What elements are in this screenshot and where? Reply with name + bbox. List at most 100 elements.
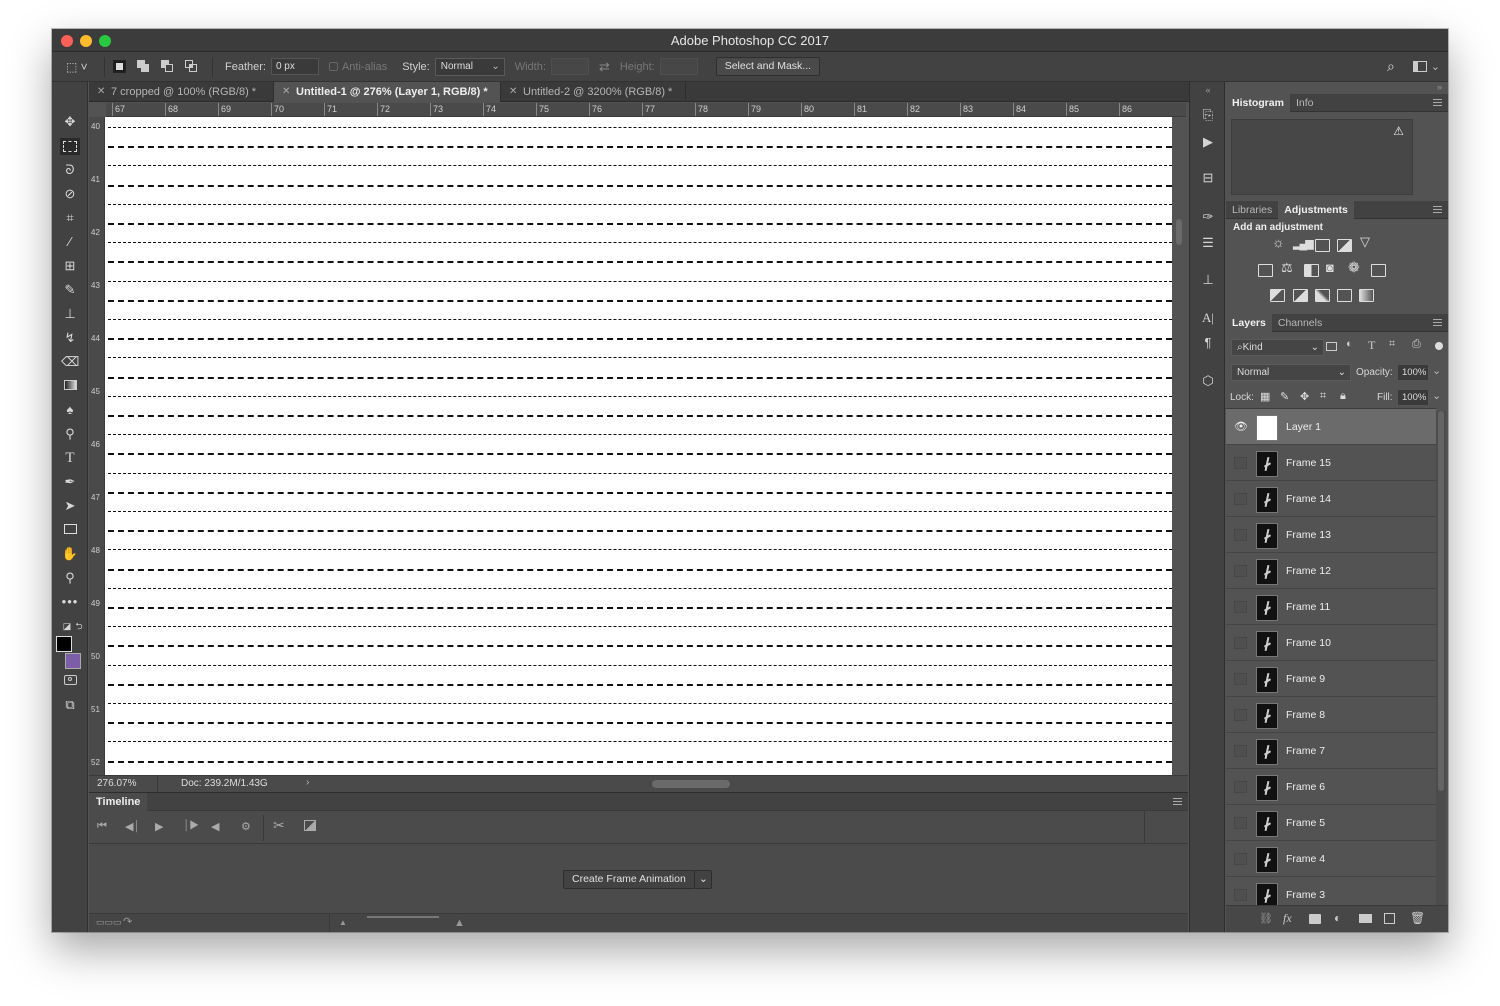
- maximize-window-button[interactable]: [99, 35, 111, 47]
- doc-tab[interactable]: ✕ 7 cropped @ 100% (RGB/8) *: [89, 82, 274, 102]
- color-lookup-icon[interactable]: [1371, 264, 1386, 277]
- gradient-map-icon[interactable]: [1359, 289, 1374, 302]
- crop-tool-icon[interactable]: ⌗: [61, 209, 79, 227]
- swap-dimensions-icon[interactable]: ⇄: [599, 59, 610, 75]
- healing-brush-tool-icon[interactable]: ⊞: [61, 257, 79, 275]
- play-icon[interactable]: ▶: [155, 820, 163, 833]
- warning-icon[interactable]: ⚠: [1393, 124, 1404, 138]
- vertical-scrollbar[interactable]: [1174, 117, 1188, 777]
- layer-row[interactable]: Frame 13: [1226, 517, 1436, 553]
- panel-menu-icon[interactable]: [1433, 99, 1442, 106]
- close-icon[interactable]: ✕: [97, 82, 105, 102]
- hand-tool-icon[interactable]: ✋: [61, 545, 79, 563]
- visibility-toggle[interactable]: [1234, 601, 1247, 613]
- marquee-tool-icon[interactable]: [60, 138, 80, 155]
- layer-row[interactable]: Frame 10: [1226, 625, 1436, 661]
- brush-tool-icon[interactable]: ✎: [61, 281, 79, 299]
- visibility-toggle[interactable]: [1234, 853, 1247, 865]
- levels-icon[interactable]: ▂▄▆: [1293, 237, 1314, 250]
- visibility-toggle[interactable]: [1234, 673, 1247, 685]
- chevron-down-icon[interactable]: ⌄: [1432, 364, 1441, 377]
- add-mask-icon[interactable]: [1309, 914, 1321, 924]
- lock-all-icon[interactable]: 🔒︎: [1340, 390, 1346, 403]
- color-balance-icon[interactable]: ⚖: [1281, 260, 1293, 276]
- foreground-color-swatch[interactable]: [56, 636, 72, 652]
- lock-artboard-icon[interactable]: ⌗: [1320, 390, 1326, 403]
- more-tools-icon[interactable]: •••: [61, 593, 79, 611]
- panel-menu-icon[interactable]: [1173, 798, 1182, 805]
- zoom-slider[interactable]: [367, 916, 439, 918]
- eraser-tool-icon[interactable]: ⌫: [61, 353, 79, 371]
- minimize-window-button[interactable]: [80, 35, 92, 47]
- zoom-in-icon[interactable]: ▲: [454, 917, 465, 929]
- visibility-toggle[interactable]: [1234, 565, 1247, 577]
- channel-mixer-icon[interactable]: ❁: [1348, 259, 1360, 276]
- properties-icon[interactable]: ⊟: [1200, 170, 1216, 186]
- zoom-tool-icon[interactable]: ⚲: [61, 569, 79, 587]
- lasso-tool-icon[interactable]: ᘐ: [61, 161, 79, 179]
- lock-transparent-icon[interactable]: ▦: [1260, 390, 1270, 403]
- layer-row[interactable]: Frame 7: [1226, 733, 1436, 769]
- convert-icon[interactable]: ↷: [123, 915, 132, 928]
- paragraph-icon[interactable]: ¶: [1200, 335, 1216, 351]
- 3d-icon[interactable]: ⬡: [1200, 373, 1216, 389]
- eyedropper-tool-icon[interactable]: ⁄: [61, 233, 79, 251]
- height-input[interactable]: [659, 58, 698, 75]
- lock-pixels-icon[interactable]: ✎: [1280, 390, 1289, 403]
- fill-input[interactable]: 100%: [1397, 389, 1429, 406]
- blend-mode-select[interactable]: Normal ⌄: [1231, 364, 1351, 381]
- character-icon[interactable]: A|: [1200, 310, 1216, 326]
- opacity-input[interactable]: 100%: [1397, 364, 1429, 381]
- new-adjustment-icon[interactable]: ◐: [1334, 911, 1341, 925]
- invert-icon[interactable]: [1270, 289, 1285, 302]
- adjustment-filter-icon[interactable]: ◐: [1346, 338, 1353, 350]
- settings-icon[interactable]: ⚙: [241, 820, 251, 833]
- panel-menu-icon[interactable]: [1433, 319, 1442, 326]
- brush-presets-icon[interactable]: ✑: [1200, 209, 1216, 225]
- actions-icon[interactable]: ▶: [1200, 134, 1216, 150]
- history-icon[interactable]: ⎘: [1200, 107, 1216, 123]
- audio-icon[interactable]: ◀: [211, 820, 219, 833]
- shape-filter-icon[interactable]: ⌗: [1389, 338, 1395, 351]
- kind-filter-select[interactable]: ⌕Kind ⌄: [1231, 339, 1324, 356]
- layer-row[interactable]: Frame 4: [1226, 841, 1436, 877]
- layer-row[interactable]: Frame 11: [1226, 589, 1436, 625]
- screen-mode-icon[interactable]: ⧉: [61, 696, 79, 714]
- collapse-icon[interactable]: »: [1437, 82, 1442, 92]
- style-select[interactable]: Normal ⌄: [434, 57, 505, 76]
- search-icon[interactable]: ⌕: [1387, 58, 1395, 75]
- marquee-preset-picker[interactable]: ⬚ ˅: [66, 60, 96, 74]
- selective-color-icon[interactable]: [1337, 289, 1352, 302]
- chevron-down-icon[interactable]: ⌄: [694, 870, 712, 889]
- zoom-level[interactable]: 276.07%: [97, 778, 136, 789]
- visibility-toggle[interactable]: [1234, 817, 1247, 829]
- new-group-icon[interactable]: [1359, 914, 1372, 923]
- document-canvas[interactable]: [105, 117, 1172, 775]
- close-icon[interactable]: ✕: [509, 82, 517, 102]
- eye-icon[interactable]: 👁︎: [1234, 421, 1248, 433]
- layer-row[interactable]: Frame 3: [1226, 877, 1436, 905]
- close-window-button[interactable]: [61, 35, 73, 47]
- layer-row[interactable]: Frame 6: [1226, 769, 1436, 805]
- move-tool-icon[interactable]: ✥: [61, 113, 79, 131]
- type-tool-icon[interactable]: T: [61, 449, 79, 467]
- visibility-toggle[interactable]: [1234, 637, 1247, 649]
- clone-stamp-tool-icon[interactable]: ⊥: [61, 305, 79, 323]
- hue-saturation-icon[interactable]: [1258, 264, 1273, 277]
- pen-tool-icon[interactable]: ✒: [61, 473, 79, 491]
- add-to-selection-icon[interactable]: [137, 60, 150, 73]
- layer-row[interactable]: Frame 12: [1226, 553, 1436, 589]
- workspace-icon[interactable]: [1412, 61, 1427, 72]
- collapse-icon[interactable]: «: [1200, 82, 1216, 98]
- smart-object-filter-icon[interactable]: ⎙: [1412, 338, 1421, 351]
- select-and-mask-button[interactable]: Select and Mask...: [715, 57, 821, 76]
- type-filter-icon[interactable]: T: [1368, 338, 1375, 353]
- lock-position-icon[interactable]: ✥: [1300, 390, 1309, 403]
- visibility-toggle[interactable]: [1234, 889, 1247, 901]
- visibility-toggle[interactable]: [1234, 709, 1247, 721]
- background-color-swatch[interactable]: [65, 653, 81, 669]
- layer-row[interactable]: Frame 5: [1226, 805, 1436, 841]
- vibrance-icon[interactable]: ▽: [1360, 234, 1370, 250]
- layer-row[interactable]: Frame 9: [1226, 661, 1436, 697]
- doc-tab-active[interactable]: ✕ Untitled-1 @ 276% (Layer 1, RGB/8) *: [274, 82, 501, 102]
